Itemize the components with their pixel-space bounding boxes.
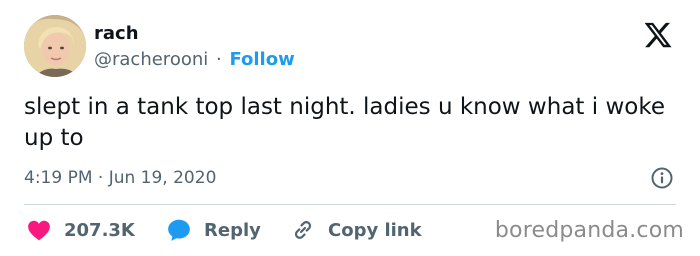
- like-button[interactable]: 207.3K: [26, 216, 135, 244]
- reply-label: Reply: [204, 219, 261, 241]
- divider: [24, 204, 676, 205]
- x-logo-icon[interactable]: [642, 20, 674, 50]
- avatar[interactable]: [24, 15, 86, 77]
- copy-link-button[interactable]: Copy link: [290, 216, 422, 244]
- tweet-timestamp[interactable]: 4:19 PM · Jun 19, 2020: [24, 166, 216, 190]
- link-icon: [294, 221, 312, 239]
- reply-button[interactable]: Reply: [166, 216, 261, 244]
- info-icon[interactable]: [650, 166, 674, 190]
- heart-icon: [28, 220, 50, 241]
- handle-line: @racherooni · Follow: [94, 48, 295, 72]
- copy-link-label: Copy link: [328, 219, 422, 241]
- speech-bubble-icon: [168, 219, 190, 241]
- tweet-card: rach @racherooni · Follow slept in a tan…: [0, 0, 700, 256]
- display-name[interactable]: rach: [94, 22, 139, 46]
- tweet-text: slept in a tank top last night. ladies u…: [24, 94, 665, 151]
- watermark: boredpanda.com: [494, 218, 684, 243]
- follow-button[interactable]: Follow: [229, 49, 294, 70]
- user-handle[interactable]: @racherooni: [94, 49, 208, 70]
- avatar-image: [24, 15, 86, 77]
- like-count: 207.3K: [64, 219, 135, 241]
- separator-dot: ·: [215, 49, 222, 70]
